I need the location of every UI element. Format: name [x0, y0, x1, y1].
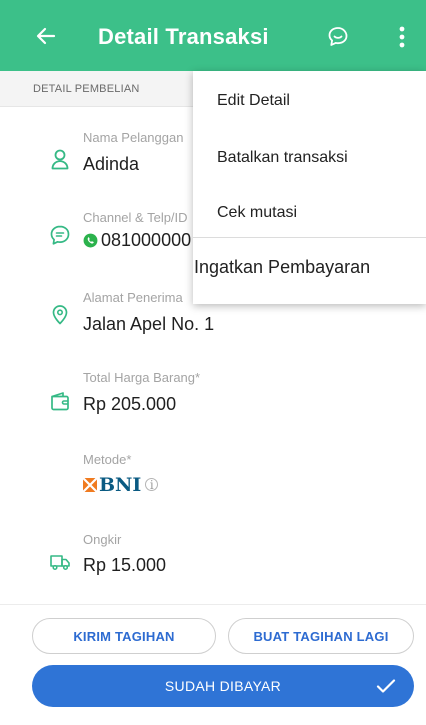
field-value-method: BNI i: [83, 474, 159, 496]
person-icon: [51, 149, 69, 170]
field-label: Channel & Telp/ID: [83, 210, 188, 225]
more-vertical-icon[interactable]: [392, 24, 412, 50]
field-label: Ongkir: [83, 532, 122, 547]
field-label: Alamat Penerima: [83, 290, 183, 305]
whatsapp-icon: [83, 233, 98, 248]
field-payment-method[interactable]: Metode* BNI i: [0, 442, 426, 512]
menu-item-batalkan-transaksi[interactable]: Batalkan transaksi: [217, 149, 426, 167]
arrow-back-icon[interactable]: [34, 24, 58, 48]
section-header-label: DETAIL PEMBELIAN: [33, 83, 140, 95]
overflow-menu: Edit Detail Batalkan transaksi Cek mutas…: [193, 71, 426, 304]
menu-item-edit-detail[interactable]: Edit Detail: [217, 92, 426, 110]
field-label: Nama Pelanggan: [83, 130, 184, 145]
kirim-tagihan-button[interactable]: KIRIM TAGIHAN: [32, 618, 216, 654]
buat-tagihan-lagi-button[interactable]: BUAT TAGIHAN LAGI: [228, 618, 414, 654]
info-icon[interactable]: i: [145, 478, 159, 491]
chat-icon[interactable]: [326, 25, 350, 49]
field-value: Adinda: [83, 154, 140, 174]
field-value-phone: 081000000: [83, 230, 191, 251]
menu-divider: [193, 237, 426, 238]
truck-icon: [50, 555, 70, 571]
field-shipping[interactable]: Ongkir Rp 15.000: [0, 522, 426, 592]
bni-logo: [83, 478, 97, 492]
field-label: Metode*: [83, 452, 132, 467]
method-value: BNI: [99, 474, 142, 496]
field-value: Jalan Apel No. 1: [83, 314, 215, 334]
field-value: Rp 15.000: [83, 555, 167, 575]
field-label: Total Harga Barang*: [83, 370, 201, 385]
wallet-icon: [51, 392, 69, 411]
field-total-price[interactable]: Total Harga Barang* Rp 205.000: [0, 360, 426, 430]
location-pin-icon: [52, 305, 68, 325]
sudah-dibayar-label: SUDAH DIBAYAR: [164, 678, 282, 694]
app-bar: Detail Transaksi: [0, 0, 426, 71]
phone-value: 081000000: [101, 230, 192, 250]
field-value: Rp 205.000: [83, 394, 177, 414]
page-title: Detail Transaksi: [98, 24, 269, 49]
sudah-dibayar-button[interactable]: SUDAH DIBAYAR: [32, 665, 414, 707]
menu-item-ingatkan-pembayaran[interactable]: Ingatkan Pembayaran: [194, 257, 426, 278]
menu-item-cek-mutasi[interactable]: Cek mutasi: [217, 204, 426, 222]
check-icon: [376, 679, 396, 693]
chat-bubble-icon: [50, 225, 70, 245]
